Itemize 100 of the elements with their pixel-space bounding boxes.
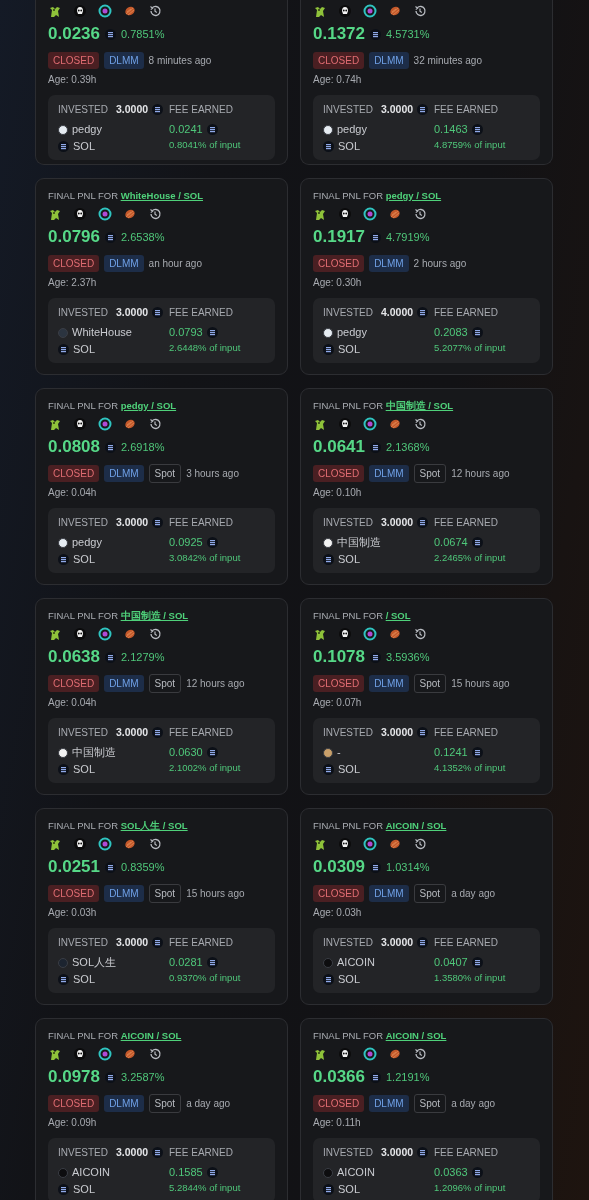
history-icon[interactable] bbox=[148, 207, 162, 221]
history-icon[interactable] bbox=[148, 4, 162, 18]
status-tag: CLOSED bbox=[48, 884, 100, 902]
history-icon[interactable] bbox=[413, 1047, 427, 1061]
time-ago: an hour ago bbox=[148, 256, 202, 271]
sol-icon bbox=[105, 441, 116, 453]
token-name: SOL bbox=[338, 342, 360, 358]
pair-link[interactable]: / SOL bbox=[385, 610, 411, 621]
pnl-percent: 2.1279% bbox=[121, 649, 165, 665]
history-icon[interactable] bbox=[148, 1047, 162, 1061]
skull-icon[interactable] bbox=[73, 627, 87, 641]
invested-amount: 3.0000 bbox=[116, 934, 149, 950]
creature-icon[interactable] bbox=[313, 4, 327, 18]
sol-icon bbox=[471, 537, 483, 548]
pair-link[interactable]: pedgy / SOL bbox=[120, 400, 177, 411]
history-icon[interactable] bbox=[413, 4, 427, 18]
pnl-value: 0.0251 bbox=[48, 856, 100, 879]
time-ago: 3 hours ago bbox=[186, 466, 239, 481]
fee-label: FEE EARNED bbox=[434, 936, 498, 950]
history-icon[interactable] bbox=[413, 627, 427, 641]
pair-link[interactable]: AICOIN / SOL bbox=[385, 1030, 447, 1041]
ring-icon[interactable] bbox=[363, 4, 377, 18]
pair-link[interactable]: AICOIN / SOL bbox=[385, 820, 447, 831]
strategy-tag: Spot bbox=[148, 883, 182, 903]
ring-icon[interactable] bbox=[98, 627, 112, 641]
pair-link[interactable]: 中国制造 / SOL bbox=[120, 610, 189, 621]
ring-icon[interactable] bbox=[363, 837, 377, 851]
pair-link[interactable]: pedgy / SOL bbox=[385, 190, 442, 201]
pnl-percent: 4.5731% bbox=[386, 26, 430, 42]
creature-icon[interactable] bbox=[313, 627, 327, 641]
skull-icon[interactable] bbox=[73, 207, 87, 221]
skull-icon[interactable] bbox=[338, 417, 352, 431]
fee-amount: 0.0674 bbox=[434, 535, 468, 551]
fee-percent: 5.2077% of input bbox=[434, 341, 507, 355]
history-icon[interactable] bbox=[413, 207, 427, 221]
skull-icon[interactable] bbox=[73, 837, 87, 851]
creature-icon[interactable] bbox=[48, 207, 62, 221]
pnl-percent: 1.2191% bbox=[386, 1069, 430, 1085]
pair-link[interactable]: 中国制造 / SOL bbox=[385, 400, 454, 411]
fee-label: FEE EARNED bbox=[169, 103, 233, 117]
pair-link[interactable]: SOL人生 / SOL bbox=[120, 820, 188, 831]
history-icon[interactable] bbox=[148, 837, 162, 851]
pair-link[interactable]: AICOIN / SOL bbox=[120, 1030, 182, 1041]
fee-label: FEE EARNED bbox=[434, 726, 498, 740]
invested-amount: 3.0000 bbox=[381, 1144, 414, 1160]
skull-icon[interactable] bbox=[338, 207, 352, 221]
strategy-tag: Spot bbox=[148, 463, 182, 483]
fee-percent: 3.0842% of input bbox=[169, 551, 242, 565]
token-name: SOL bbox=[73, 139, 95, 155]
sol-icon bbox=[370, 861, 381, 873]
sol-icon bbox=[323, 344, 334, 355]
creature-icon[interactable] bbox=[48, 1047, 62, 1061]
sol-icon bbox=[206, 1167, 218, 1178]
sol-icon bbox=[417, 307, 429, 318]
skull-icon[interactable] bbox=[338, 627, 352, 641]
invested-amount: 3.0000 bbox=[381, 724, 414, 740]
creature-icon[interactable] bbox=[48, 417, 62, 431]
history-icon[interactable] bbox=[413, 837, 427, 851]
invested-label: INVESTED bbox=[58, 726, 108, 740]
skull-icon[interactable] bbox=[73, 4, 87, 18]
creature-icon[interactable] bbox=[313, 207, 327, 221]
ring-icon[interactable] bbox=[363, 207, 377, 221]
ring-icon[interactable] bbox=[363, 417, 377, 431]
creature-icon[interactable] bbox=[48, 4, 62, 18]
ring-icon[interactable] bbox=[363, 1047, 377, 1061]
creature-icon[interactable] bbox=[313, 417, 327, 431]
strategy-tag: Spot bbox=[413, 673, 447, 693]
time-ago: 2 hours ago bbox=[413, 256, 467, 271]
creature-icon[interactable] bbox=[48, 837, 62, 851]
history-icon[interactable] bbox=[148, 417, 162, 431]
skull-icon[interactable] bbox=[338, 837, 352, 851]
fee-label: FEE EARNED bbox=[169, 516, 233, 530]
ring-icon[interactable] bbox=[98, 837, 112, 851]
token-name: SOL bbox=[338, 972, 360, 988]
sol-icon bbox=[471, 957, 483, 968]
creature-icon[interactable] bbox=[313, 1047, 327, 1061]
ring-icon[interactable] bbox=[98, 1047, 112, 1061]
fee-amount: 0.0925 bbox=[169, 535, 203, 551]
ring-icon[interactable] bbox=[98, 207, 112, 221]
card-title: FINAL PNL FOR AICOIN / SOL bbox=[48, 1029, 183, 1043]
skull-icon[interactable] bbox=[338, 4, 352, 18]
skull-icon[interactable] bbox=[73, 417, 87, 431]
ring-icon[interactable] bbox=[98, 417, 112, 431]
sol-icon bbox=[206, 537, 218, 548]
pair-link[interactable]: WhiteHouse / SOL bbox=[120, 190, 203, 201]
card-title: FINAL PNL FOR AICOIN / SOL bbox=[313, 1029, 448, 1043]
creature-icon[interactable] bbox=[48, 627, 62, 641]
history-icon[interactable] bbox=[413, 417, 427, 431]
history-icon[interactable] bbox=[148, 627, 162, 641]
pnl-percent: 2.6538% bbox=[121, 229, 165, 245]
ring-icon[interactable] bbox=[98, 4, 112, 18]
invested-label: INVESTED bbox=[58, 306, 108, 320]
skull-icon[interactable] bbox=[338, 1047, 352, 1061]
status-tag: CLOSED bbox=[48, 464, 100, 482]
sol-icon bbox=[417, 1147, 429, 1158]
pnl-percent: 2.6918% bbox=[121, 439, 165, 455]
skull-icon[interactable] bbox=[73, 1047, 87, 1061]
token-name: SOL bbox=[73, 342, 95, 358]
creature-icon[interactable] bbox=[313, 837, 327, 851]
ring-icon[interactable] bbox=[363, 627, 377, 641]
